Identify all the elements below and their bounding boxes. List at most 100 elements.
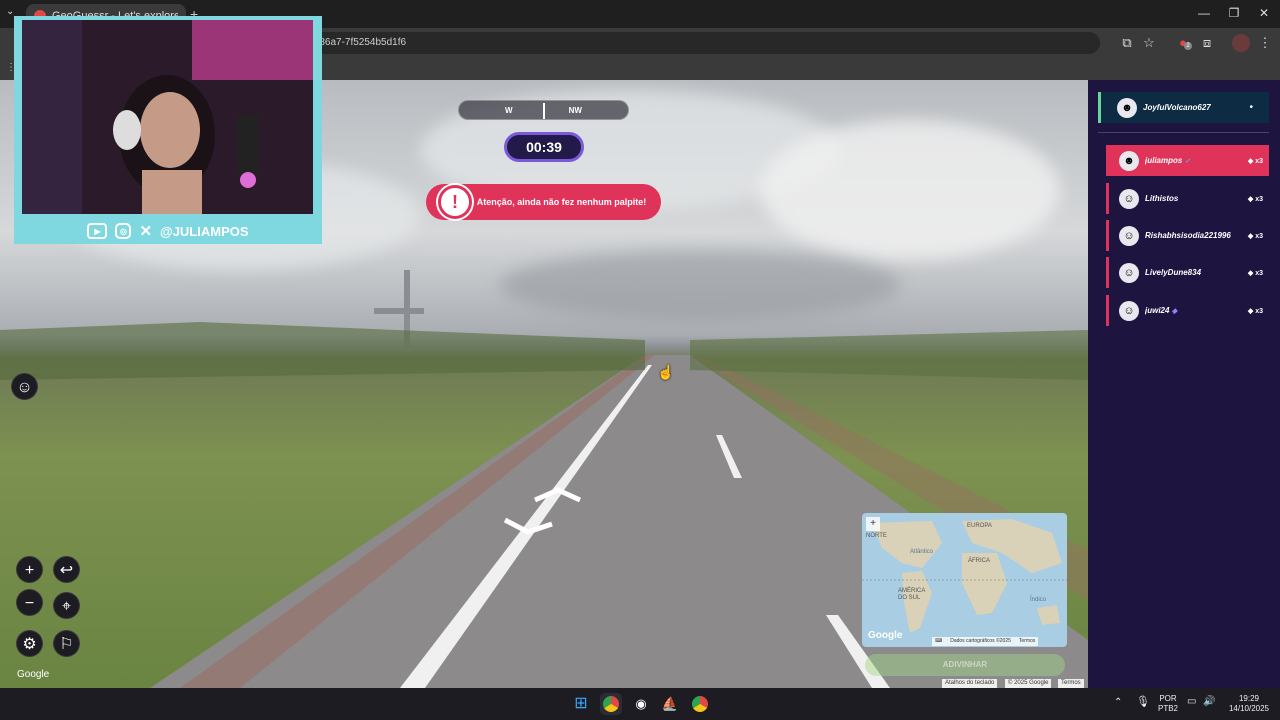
minimap-zoom-button[interactable]: +: [866, 517, 880, 531]
player-score: ◆ x3: [1247, 195, 1263, 203]
map-label-indian: Índico: [1030, 597, 1047, 603]
minimize-button[interactable]: —: [1196, 6, 1212, 20]
player-score: ◆ x3: [1247, 269, 1263, 277]
bookmark-star-icon[interactable]: ☆: [1140, 34, 1158, 52]
compass-needle: [543, 103, 545, 119]
map-label-south-america: AMÉRICA DO SUL: [898, 588, 926, 601]
map-label-atlantic: Atlântico: [910, 549, 934, 555]
player-row[interactable]: ☺ Lithistos ◆ x3: [1106, 183, 1269, 214]
language-code: POR: [1159, 694, 1177, 703]
flag-button[interactable]: ⚐: [53, 630, 80, 657]
screen: ⌄ GeoGuessr - Let's explore + — ❐ ✕ -86a…: [0, 0, 1280, 720]
avatar: ☺: [1119, 300, 1139, 321]
avatar: ☺: [1119, 225, 1139, 246]
compass: W NW: [458, 100, 629, 120]
warning-icon: !: [438, 185, 472, 219]
address-bar[interactable]: -86a7-7f5254b5d1f6: [300, 32, 1100, 54]
extension-badge: 2: [1184, 42, 1192, 50]
profile-avatar[interactable]: [1232, 34, 1250, 52]
player-name: LivelyDune834: [1145, 268, 1202, 277]
extensions-puzzle-icon[interactable]: ⧈: [1198, 34, 1216, 52]
guess-button[interactable]: ADIVINHAR: [865, 654, 1065, 676]
alert-message: Atenção, ainda não fez nenhum palpite!: [476, 196, 647, 207]
location-pin-icon: ⌖: [61, 598, 71, 615]
avatar: ☺: [1119, 188, 1139, 209]
instagram-icon: ◎: [115, 223, 132, 239]
online-status-dot: •: [1249, 102, 1253, 113]
player-row[interactable]: ☻ juliampos ✓ ◆ x3: [1106, 145, 1269, 176]
keyboard-shortcuts-link[interactable]: Atalhos do teclado: [942, 679, 998, 688]
current-user-name: JoyfulVolcano627: [1143, 103, 1211, 112]
keyboard-icon: ⌨: [935, 638, 943, 644]
streamer-social-bar: ▶ ◎ ✕ @JULIAMPOS: [14, 218, 322, 244]
restore-button[interactable]: ❐: [1226, 6, 1242, 20]
clock-date: 14/10/2025: [1228, 704, 1270, 713]
volume-icon[interactable]: 🔊: [1203, 697, 1215, 707]
player-row[interactable]: ☺ LivelyDune834 ◆ x3: [1106, 257, 1269, 288]
zoom-out-button[interactable]: −: [16, 589, 43, 616]
badge-icon: ◆: [1171, 308, 1178, 315]
player-score: ◆ x3: [1247, 232, 1263, 240]
undo-move-button[interactable]: ↩: [53, 556, 80, 583]
world-map: [862, 519, 1067, 633]
install-app-icon[interactable]: ⧉: [1118, 34, 1136, 52]
avatar: ☻: [1117, 97, 1137, 118]
player-name: Lithistos: [1145, 194, 1179, 203]
no-guess-alert: ! Atenção, ainda não fez nenhum palpite!: [426, 184, 661, 220]
windows-taskbar: ⊞ ◉ ⛵ ⌃ 🎙 POR PTB2 ▭ 🔊 19:29 14/10/2025: [0, 688, 1280, 720]
gear-icon: ⚙: [22, 636, 37, 653]
panel-divider: [1098, 132, 1269, 133]
avatar: ☻: [1119, 150, 1139, 171]
google-watermark: Google: [17, 669, 50, 680]
current-user-card: ☻ JoyfulVolcano627 •: [1098, 92, 1269, 123]
streamer-webcam-video: [22, 20, 313, 214]
system-clock[interactable]: 19:29 14/10/2025: [1224, 694, 1274, 714]
player-score: ◆ x3: [1247, 307, 1263, 315]
streamer-handle: @JULIAMPOS: [160, 223, 249, 239]
terms-link[interactable]: Termos: [1058, 679, 1084, 688]
player-score: ◆ x3: [1247, 157, 1263, 165]
clock-time: 19:29: [1238, 694, 1260, 703]
map-terms-link[interactable]: Termos: [1019, 637, 1035, 646]
map-data-credit: Dados cartográficos ©2025: [950, 638, 1011, 644]
compass-label-w: W: [505, 105, 513, 115]
back-arrow-icon: ↩: [59, 562, 74, 579]
player-name: Rishabhsisodia221996: [1145, 231, 1231, 240]
player-name: juliampos ✓: [1145, 156, 1191, 165]
verified-icon: ✓: [1184, 158, 1191, 165]
language-indicator[interactable]: POR PTB2: [1158, 694, 1178, 714]
close-button[interactable]: ✕: [1256, 6, 1272, 20]
obs-taskbar-icon[interactable]: ◉: [630, 693, 652, 715]
player-name: juwi24 ◆: [1145, 306, 1178, 315]
minimap-attribution: ⌨ Dados cartográficos ©2025 Termos: [932, 637, 1039, 646]
flag-icon: ⚐: [59, 636, 74, 653]
windows-start-icon[interactable]: ⊞: [570, 693, 592, 715]
zoom-in-button[interactable]: +: [16, 556, 43, 583]
chrome-profile-taskbar-icon[interactable]: [689, 693, 711, 715]
url-text: -86a7-7f5254b5d1f6: [316, 37, 407, 48]
players-panel: ☻ JoyfulVolcano627 • ☻ juliampos ✓ ◆ x3 …: [1088, 80, 1280, 688]
google-copyright: © 2025 Google: [1005, 679, 1052, 688]
compass-label-nw: NW: [568, 105, 582, 115]
emoji-reaction-button[interactable]: ☺: [11, 373, 38, 400]
steam-taskbar-icon[interactable]: ⛵: [659, 693, 681, 715]
network-icon[interactable]: ▭: [1187, 697, 1196, 707]
round-timer: 00:39: [504, 132, 584, 162]
browser-menu-icon[interactable]: ⋮: [1256, 34, 1274, 52]
avatar: ☺: [1119, 262, 1139, 283]
minimap-google-logo: Google: [868, 630, 903, 641]
x-twitter-icon: ✕: [139, 223, 153, 240]
map-label-africa: ÁFRICA: [968, 558, 991, 564]
webcam-overlay: ▶ ◎ ✕ @JULIAMPOS: [14, 16, 322, 244]
smiley-icon: ☺: [16, 379, 33, 396]
player-row[interactable]: ☺ juwi24 ◆ ◆ x3: [1106, 295, 1269, 326]
player-row[interactable]: ☺ Rishabhsisodia221996 ◆ x3: [1106, 220, 1269, 251]
settings-button[interactable]: ⚙: [16, 630, 43, 657]
map-label-north: NORTE: [866, 533, 887, 539]
map-label-europa: EUROPA: [967, 523, 992, 529]
tray-overflow-chevron[interactable]: ⌃: [1114, 698, 1122, 708]
return-to-start-button[interactable]: ⌖: [53, 592, 80, 619]
microphone-icon[interactable]: 🎙: [1136, 697, 1150, 708]
guess-minimap[interactable]: EUROPA ÁFRICA AMÉRICA DO SUL NORTE Atlân…: [862, 513, 1067, 647]
chrome-taskbar-icon[interactable]: [600, 693, 622, 715]
